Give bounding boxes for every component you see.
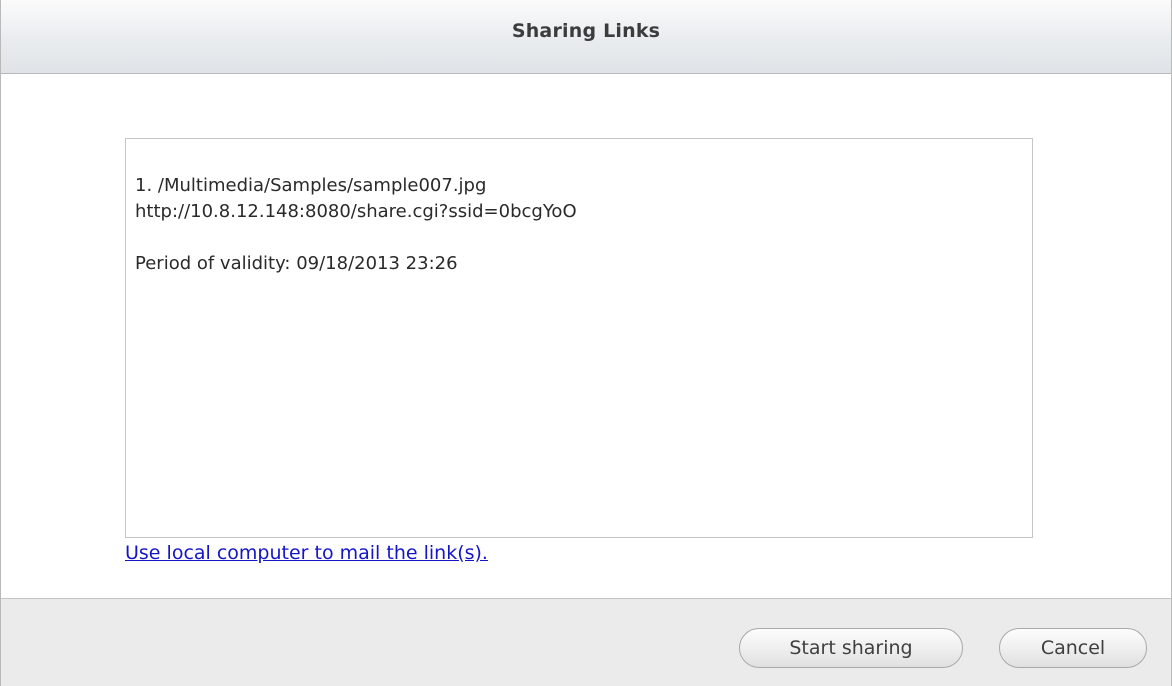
mail-link[interactable]: Use local computer to mail the link(s).: [125, 542, 488, 564]
sharing-links-textarea[interactable]: 1. /Multimedia/Samples/sample007.jpg htt…: [125, 138, 1033, 538]
sharing-links-dialog: Sharing Links 1. /Multimedia/Samples/sam…: [0, 0, 1172, 686]
dialog-footer: Start sharing Cancel: [1, 598, 1171, 686]
shared-file-path: 1. /Multimedia/Samples/sample007.jpg: [135, 175, 487, 196]
cancel-button[interactable]: Cancel: [999, 628, 1147, 668]
dialog-titlebar: Sharing Links: [1, 0, 1171, 74]
validity-period: Period of validity: 09/18/2013 23:26: [135, 253, 458, 274]
share-url: http://10.8.12.148:8080/share.cgi?ssid=0…: [135, 201, 577, 222]
dialog-title: Sharing Links: [511, 20, 661, 42]
start-sharing-button[interactable]: Start sharing: [739, 628, 963, 668]
